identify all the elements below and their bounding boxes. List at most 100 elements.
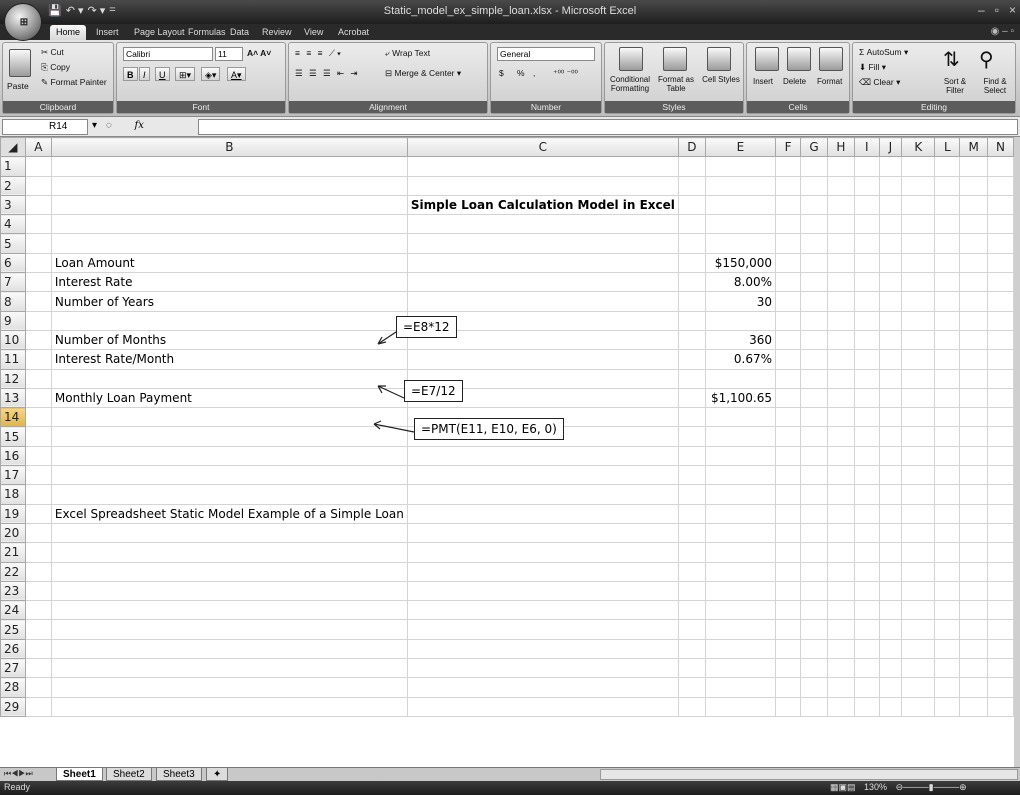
grid-cell[interactable] xyxy=(775,638,802,660)
row-header[interactable]: 22 xyxy=(0,561,26,582)
cell-footer-text[interactable]: Excel Spreadsheet Static Model Example o… xyxy=(50,503,408,524)
grid-cell[interactable] xyxy=(901,445,936,467)
cell-payment-value[interactable]: $1,100.65 xyxy=(704,387,777,409)
borders-icon[interactable]: ⊞▾ xyxy=(175,67,196,81)
grid-cell[interactable] xyxy=(775,484,802,505)
grid-cell[interactable] xyxy=(901,329,936,351)
grid-cell[interactable] xyxy=(959,310,989,331)
grid-cell[interactable] xyxy=(800,580,829,602)
grid-cell[interactable] xyxy=(959,465,989,486)
grid-cell[interactable] xyxy=(50,310,408,331)
row-header[interactable]: 23 xyxy=(0,580,26,602)
format-painter-button[interactable]: ✎ Format Painter xyxy=(41,77,107,88)
grid-cell[interactable] xyxy=(800,522,829,544)
grid-cell[interactable] xyxy=(853,194,880,216)
grid-cell[interactable] xyxy=(704,503,777,524)
grid-cell[interactable] xyxy=(901,426,936,447)
grid-cell[interactable] xyxy=(775,291,802,312)
autosum-button[interactable]: Σ AutoSum ▾ xyxy=(859,47,908,58)
grid-cell[interactable] xyxy=(901,465,936,486)
delete-button[interactable]: Delete xyxy=(783,77,806,86)
grid-cell[interactable] xyxy=(853,329,880,351)
grid-cell[interactable] xyxy=(677,619,706,640)
grid-cell[interactable] xyxy=(959,658,989,679)
row-header[interactable]: 26 xyxy=(0,638,26,660)
grid-cell[interactable] xyxy=(50,542,408,563)
grid-cell[interactable] xyxy=(934,368,961,389)
grid-cell[interactable] xyxy=(934,580,961,602)
grid-cell[interactable] xyxy=(934,156,961,177)
grid-cell[interactable] xyxy=(987,484,1014,505)
grid-cell[interactable] xyxy=(878,291,903,312)
grid-cell[interactable] xyxy=(853,677,880,698)
paste-button[interactable]: Paste xyxy=(7,81,29,91)
grid-cell[interactable] xyxy=(827,156,855,177)
grid-cell[interactable] xyxy=(24,503,52,524)
column-header[interactable]: K xyxy=(901,137,936,158)
grid-cell[interactable] xyxy=(901,156,936,177)
grid-cell[interactable] xyxy=(50,638,408,660)
grid-cell[interactable] xyxy=(878,696,903,717)
grid-cell[interactable] xyxy=(934,252,961,274)
name-box[interactable]: R14 xyxy=(2,119,88,135)
column-header[interactable]: C xyxy=(406,137,679,158)
grid-cell[interactable] xyxy=(827,503,855,524)
grid-cell[interactable] xyxy=(800,272,829,293)
grid-cell[interactable] xyxy=(901,291,936,312)
grid-cell[interactable] xyxy=(959,349,989,370)
horizontal-scrollbar[interactable] xyxy=(600,769,1018,780)
grid-cell[interactable] xyxy=(704,426,777,447)
grid-cell[interactable] xyxy=(704,561,777,582)
row-header[interactable]: 12 xyxy=(0,368,26,389)
grid-cell[interactable] xyxy=(677,445,706,467)
grid-cell[interactable] xyxy=(704,233,777,254)
grid-cell[interactable] xyxy=(934,233,961,254)
grid-cell[interactable] xyxy=(704,214,777,235)
help-icon[interactable]: ◉ – ▫ xyxy=(991,26,1014,37)
minimize-icon[interactable]: – xyxy=(978,3,985,17)
grid-cell[interactable] xyxy=(50,465,408,486)
grid-cell[interactable] xyxy=(959,156,989,177)
grid-cell[interactable] xyxy=(959,194,989,216)
grid-cell[interactable] xyxy=(827,445,855,467)
grid-cell[interactable] xyxy=(878,561,903,582)
grid-cell[interactable] xyxy=(704,580,777,602)
grid-cell[interactable] xyxy=(959,426,989,447)
grid-cell[interactable] xyxy=(827,194,855,216)
format-table-icon[interactable] xyxy=(663,47,687,71)
grid-cell[interactable] xyxy=(677,387,706,409)
row-header[interactable]: 10 xyxy=(0,329,26,351)
grid-cell[interactable] xyxy=(853,175,880,196)
cut-button[interactable]: ✂ Cut xyxy=(41,47,64,58)
grid-cell[interactable] xyxy=(677,696,706,717)
grid-cell[interactable] xyxy=(878,542,903,563)
decimal-icon[interactable]: ⁺⁰⁰ ⁻⁰⁰ xyxy=(553,68,578,79)
grid-cell[interactable] xyxy=(677,542,706,563)
currency-button[interactable]: $ xyxy=(499,68,504,78)
grid-cell[interactable] xyxy=(406,484,679,505)
italic-button[interactable]: I xyxy=(139,67,150,81)
comma-button[interactable]: , xyxy=(533,68,535,78)
grid-cell[interactable] xyxy=(24,484,52,505)
grid-cell[interactable] xyxy=(677,638,706,660)
number-format-select[interactable]: General xyxy=(497,47,595,61)
grid-cell[interactable] xyxy=(853,696,880,717)
grid-cell[interactable] xyxy=(959,445,989,467)
clear-button[interactable]: ⌫ Clear ▾ xyxy=(859,77,900,88)
grid-cell[interactable] xyxy=(827,696,855,717)
grid-cell[interactable] xyxy=(987,426,1014,447)
grid-cell[interactable] xyxy=(24,368,52,389)
grid-cell[interactable] xyxy=(775,407,802,428)
grid-cell[interactable] xyxy=(959,368,989,389)
grid-cell[interactable] xyxy=(878,407,903,428)
column-header[interactable]: H xyxy=(827,137,855,158)
grid-cell[interactable] xyxy=(853,580,880,602)
insert-cells-icon[interactable] xyxy=(755,47,779,71)
grid-cell[interactable] xyxy=(901,638,936,660)
grid-cell[interactable] xyxy=(853,156,880,177)
grid-cell[interactable] xyxy=(800,387,829,409)
grid-cell[interactable] xyxy=(406,600,679,621)
grid-cell[interactable] xyxy=(853,272,880,293)
grid-cell[interactable] xyxy=(987,214,1014,235)
grid-cell[interactable] xyxy=(677,407,706,428)
